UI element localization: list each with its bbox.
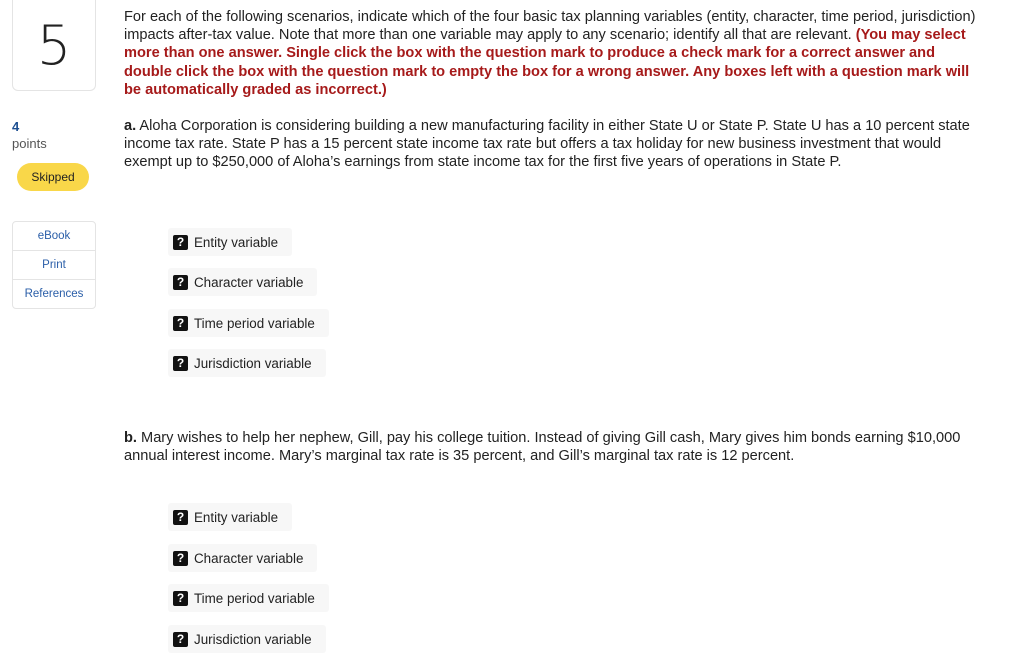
option-label: Character variable	[194, 274, 304, 290]
option-b-time-period[interactable]: ? Time period variable	[168, 584, 329, 612]
question-mark-icon[interactable]: ?	[173, 509, 188, 525]
question-mark-icon[interactable]: ?	[173, 550, 188, 566]
option-label: Time period variable	[194, 315, 315, 331]
option-label: Entity variable	[194, 509, 279, 525]
option-a-character[interactable]: ? Character variable	[168, 268, 318, 296]
points-label: points	[12, 136, 47, 151]
references-link[interactable]: References	[13, 280, 95, 308]
question-mark-icon[interactable]: ?	[173, 631, 188, 647]
option-label: Jurisdiction variable	[194, 355, 312, 371]
scenario-a: a. Aloha Corporation is considering buil…	[124, 117, 984, 172]
option-label: Entity variable	[194, 234, 279, 250]
option-b-entity[interactable]: ? Entity variable	[168, 503, 293, 531]
scenario-text: Mary wishes to help her nephew, Gill, pa…	[124, 430, 961, 465]
question-mark-icon[interactable]: ?	[173, 355, 188, 371]
instructions-text: For each of the following scenarios, ind…	[124, 9, 976, 44]
option-label: Character variable	[194, 550, 304, 566]
print-link[interactable]: Print	[13, 251, 95, 280]
question-number: 5	[12, 0, 96, 91]
question-mark-icon[interactable]: ?	[173, 315, 188, 331]
option-a-time-period[interactable]: ? Time period variable	[168, 309, 329, 337]
scenario-letter: b.	[124, 430, 137, 446]
scenario-text: Aloha Corporation is considering buildin…	[124, 118, 970, 171]
question-mark-icon[interactable]: ?	[173, 590, 188, 606]
question-mark-icon[interactable]: ?	[173, 274, 188, 290]
option-b-jurisdiction[interactable]: ? Jurisdiction variable	[168, 625, 326, 653]
points-value: 4	[12, 119, 20, 134]
ebook-link[interactable]: eBook	[13, 222, 95, 251]
tools-panel: eBook Print References	[12, 221, 96, 309]
scenario-letter: a.	[124, 118, 137, 134]
status-badge: Skipped	[17, 163, 89, 191]
option-b-character[interactable]: ? Character variable	[168, 544, 318, 572]
option-label: Time period variable	[194, 590, 315, 606]
question-mark-icon[interactable]: ?	[173, 234, 188, 250]
option-a-jurisdiction[interactable]: ? Jurisdiction variable	[168, 349, 326, 377]
option-a-entity[interactable]: ? Entity variable	[168, 228, 293, 256]
instructions: For each of the following scenarios, ind…	[124, 8, 984, 99]
option-label: Jurisdiction variable	[194, 631, 312, 647]
scenario-b: b. Mary wishes to help her nephew, Gill,…	[124, 429, 984, 465]
